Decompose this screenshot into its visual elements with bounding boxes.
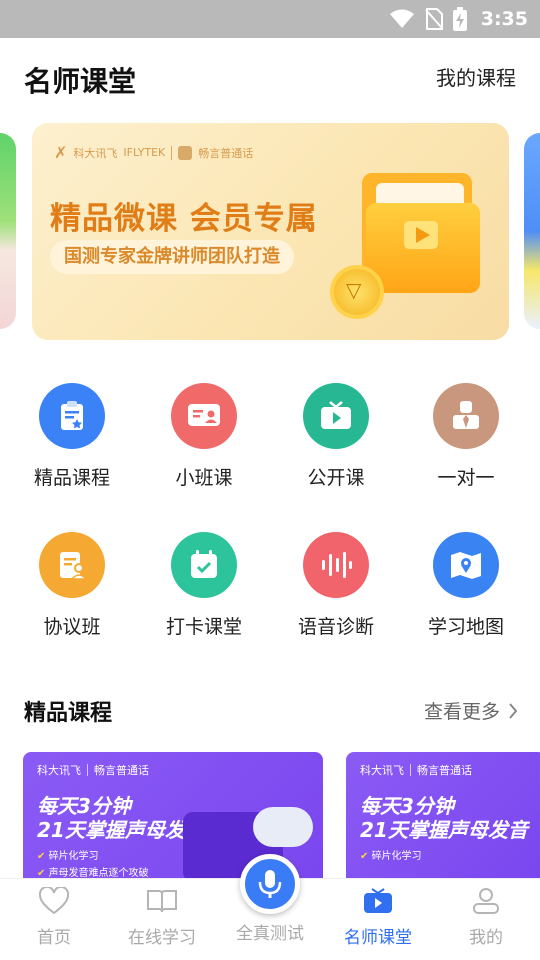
iflytek-logo: 科大讯飞	[360, 764, 404, 777]
see-more-link[interactable]: 查看更多	[424, 697, 518, 724]
grid-item-study-map[interactable]: 学习地图	[406, 532, 526, 639]
course-card[interactable]: 科大讯飞 畅言普通话 每天3分钟 21天掌握声母发音 碎片化学习	[346, 752, 540, 878]
banner-logo-sub: IFLYTEK	[123, 146, 166, 159]
grid-label: 一对一	[437, 467, 495, 489]
grid-label: 打卡课堂	[165, 616, 242, 638]
my-courses-link[interactable]: 我的课程	[436, 62, 516, 91]
course-card-partner: 畅言普通话	[417, 764, 472, 777]
nav-home[interactable]: 首页	[0, 885, 108, 948]
cloud-illustration	[253, 807, 313, 847]
grid-label: 公开课	[307, 467, 365, 489]
grid-item-premium-courses[interactable]: 精品课程	[12, 383, 132, 490]
iflytek-logo: 科大讯飞	[37, 764, 81, 777]
course-card-title-line2: 21天掌握声母发音	[37, 818, 205, 842]
banner-partner: 畅言普通话	[198, 146, 254, 160]
document-person-icon	[39, 532, 105, 598]
chevron-right-icon	[509, 702, 518, 719]
brand-divider	[87, 764, 88, 776]
person-tie-icon	[433, 383, 499, 449]
nav-label: 我的	[469, 928, 503, 948]
banner-headline: 精品微课 会员专属	[50, 201, 318, 237]
nav-teacher-class[interactable]: 名师课堂	[324, 887, 432, 948]
iflytek-logo: ✗	[54, 143, 68, 162]
nav-label: 全真测试	[236, 924, 304, 944]
map-pin-icon	[433, 532, 499, 598]
course-card-brand: 科大讯飞 畅言普通话	[360, 762, 472, 778]
course-card-tag: 碎片化学习	[37, 847, 99, 862]
grid-label: 语音诊断	[297, 616, 374, 638]
status-bar: 3:35	[0, 0, 540, 38]
course-card-tag: 声母发音难点逐个攻破	[37, 864, 149, 878]
calendar-check-icon	[171, 532, 237, 598]
clipboard-star-icon	[39, 383, 105, 449]
folder-video-illustration	[362, 173, 480, 293]
no-sim-icon	[424, 8, 443, 30]
page-title: 名师课堂	[24, 65, 137, 98]
course-card-tag: 碎片化学习	[360, 847, 422, 862]
banner-logo-divider	[171, 145, 173, 160]
brand-divider	[410, 764, 411, 776]
grid-item-agreement-class[interactable]: 协议班	[12, 532, 132, 639]
nav-label: 在线学习	[128, 928, 196, 948]
grid-label: 学习地图	[427, 616, 504, 638]
banner-prev-slide[interactable]	[0, 133, 16, 329]
grid-item-small-class[interactable]: 小班课	[144, 383, 264, 490]
user-icon	[473, 888, 499, 914]
grid-item-checkin-class[interactable]: 打卡课堂	[144, 532, 264, 639]
promo-banner[interactable]: ✗ 科大讯飞 IFLYTEK 畅言普通话 精品微课 会员专属 国测专家金牌讲师团…	[32, 123, 509, 340]
play-icon	[404, 221, 438, 249]
status-time: 3:35	[480, 8, 528, 30]
waveform-icon	[303, 532, 369, 598]
banner-subline: 国测专家金牌讲师团队打造	[50, 240, 294, 274]
grid-item-one-on-one[interactable]: 一对一	[406, 383, 526, 490]
course-card-brand: 科大讯飞 畅言普通话	[37, 762, 149, 778]
mic-button[interactable]	[240, 854, 300, 914]
microphone-icon	[258, 870, 282, 898]
grid-label: 小班课	[175, 467, 233, 489]
grid-label: 协议班	[43, 616, 101, 638]
course-card-title-line2: 21天掌握声母发音	[360, 818, 528, 842]
grid-item-voice-diagnosis[interactable]: 语音诊断	[276, 532, 396, 639]
grid-label: 精品课程	[33, 467, 110, 489]
nav-profile[interactable]: 我的	[432, 887, 540, 948]
id-card-icon	[171, 383, 237, 449]
grid-item-open-class[interactable]: 公开课	[276, 383, 396, 490]
course-card-partner: 畅言普通话	[94, 764, 149, 777]
nav-online-learning[interactable]: 在线学习	[108, 887, 216, 948]
vip-badge-icon	[334, 269, 380, 315]
nav-label: 首页	[37, 928, 71, 948]
banner-logo-text: 科大讯飞	[73, 146, 118, 160]
banner-next-slide[interactable]	[524, 133, 540, 329]
nav-label: 名师课堂	[344, 928, 412, 948]
book-icon	[147, 890, 177, 913]
battery-charging-icon	[452, 7, 467, 31]
changyan-logo-icon	[178, 145, 193, 160]
see-more-label: 查看更多	[423, 701, 500, 723]
status-icons: 3:35	[389, 0, 528, 38]
section-title: 精品课程	[24, 701, 113, 726]
tv-icon	[364, 888, 392, 913]
banner-logo: ✗ 科大讯飞 IFLYTEK 畅言普通话	[54, 143, 253, 162]
wifi-icon	[389, 9, 414, 28]
tv-play-icon	[303, 383, 369, 449]
heart-icon	[38, 885, 70, 915]
